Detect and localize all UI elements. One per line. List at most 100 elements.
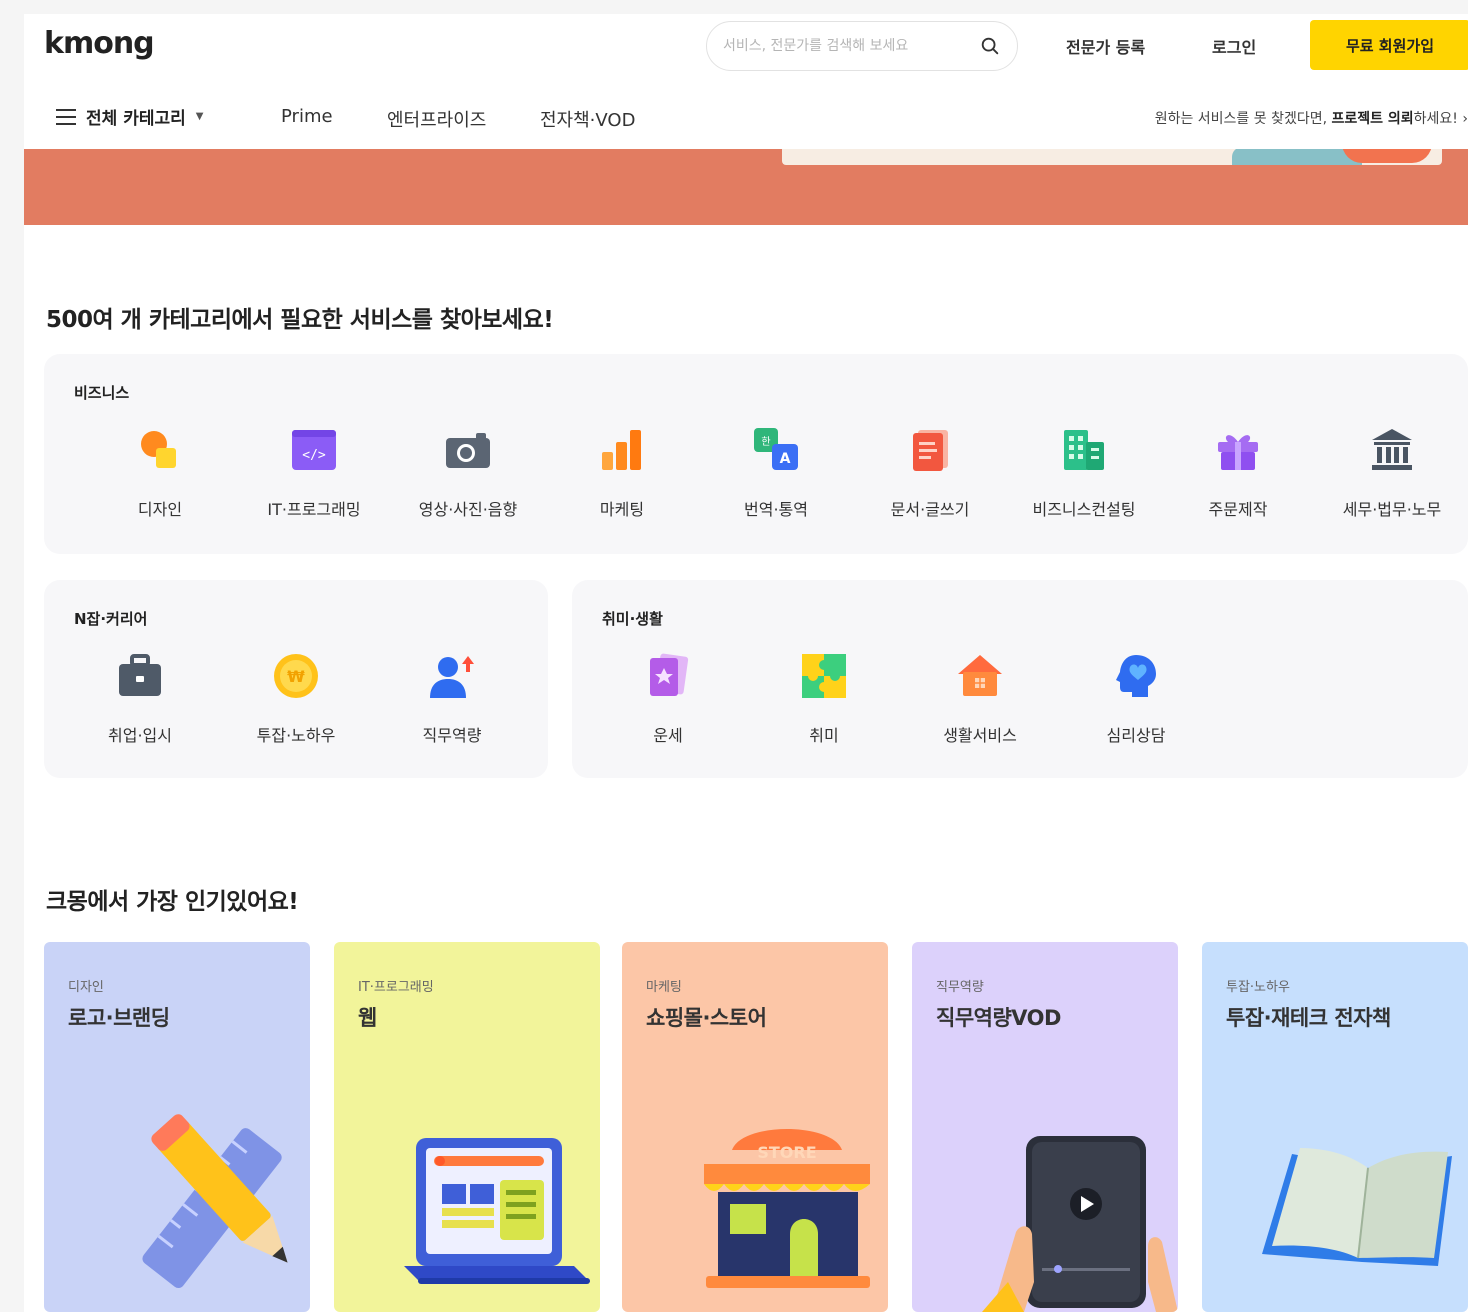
- category-label: 투잡·노하우: [256, 726, 336, 745]
- svg-text:A: A: [780, 451, 791, 467]
- promo-bold: 프로젝트 의뢰: [1331, 111, 1414, 127]
- puzzle-icon: [802, 654, 846, 698]
- svg-text:</>: </>: [302, 448, 326, 463]
- expert-register-link[interactable]: 전문가 등록: [1066, 34, 1145, 58]
- card-category: 투잡·노하우: [1226, 980, 1290, 995]
- category-employment[interactable]: 취업·입시: [60, 652, 220, 746]
- card-title: 로고·브랜딩: [68, 1006, 170, 1030]
- kmong-logo[interactable]: kmong: [44, 26, 155, 61]
- camera-icon: [446, 433, 490, 468]
- heart-head-icon: [1116, 655, 1156, 697]
- search-input[interactable]: [723, 38, 979, 54]
- category-translation[interactable]: 한 A 번역·통역: [696, 426, 856, 520]
- chevron-right-icon: ›: [1462, 111, 1468, 127]
- svg-text:한: 한: [761, 436, 770, 448]
- category-group-business: 비즈니스 디자인 </> IT·프로그래밍 영상·사진·음향 마케팅 한 A 번…: [44, 354, 1468, 554]
- building-icon: [1064, 430, 1104, 470]
- category-tax-law[interactable]: 세무·법무·노무: [1312, 426, 1468, 520]
- category-group-hobby: 취미·생활 운세 취미 생활서비스 심리상담: [572, 580, 1468, 778]
- hamburger-icon: [56, 108, 76, 125]
- category-video[interactable]: 영상·사진·음향: [388, 426, 548, 520]
- house-icon: [958, 655, 1002, 696]
- bar-chart-icon: [602, 430, 641, 470]
- category-label: 영상·사진·음향: [418, 500, 518, 519]
- category-label: IT·프로그래밍: [267, 500, 361, 519]
- category-counseling[interactable]: 심리상담: [1056, 652, 1216, 746]
- pencil-ruler-icon: [142, 1114, 288, 1289]
- card-category: 디자인: [68, 980, 104, 995]
- global-nav: 전체 카테고리 ▼ Prime 엔터프라이즈 전자책·VOD 원하는 서비스를 …: [24, 94, 1468, 144]
- category-side-job[interactable]: ₩ 투잡·노하우: [216, 652, 376, 746]
- category-life-service[interactable]: 생활서비스: [900, 652, 1060, 746]
- popular-card-shopping-store[interactable]: STORE 마케팅 쇼핑몰·스토어: [622, 942, 888, 1312]
- category-marketing[interactable]: 마케팅: [542, 426, 702, 520]
- translate-icon: 한 A: [754, 428, 798, 470]
- popular-section-title: 크몽에서 가장 인기있어요!: [46, 889, 299, 915]
- banner-illustration: [782, 149, 1442, 165]
- nav-enterprise[interactable]: 엔터프라이즈: [387, 106, 486, 132]
- category-fortune[interactable]: 운세: [588, 652, 748, 746]
- store-icon: STORE: [704, 1129, 870, 1288]
- category-label: 번역·통역: [744, 500, 808, 519]
- all-categories-menu[interactable]: 전체 카테고리 ▼: [56, 104, 203, 129]
- nav-ebook-vod[interactable]: 전자책·VOD: [540, 106, 635, 132]
- signup-button[interactable]: 무료 회원가입: [1310, 20, 1468, 70]
- caret-down-icon: ▼: [195, 111, 204, 122]
- popular-card-job-vod[interactable]: 직무역량 직무역량VOD: [912, 942, 1178, 1312]
- tablet-video-icon: [982, 1136, 1178, 1312]
- header: kmong 전문가 등록 로그인 무료 회원가입: [24, 14, 1468, 80]
- nav-prime[interactable]: Prime: [281, 106, 333, 127]
- card-title: 쇼핑몰·스토어: [646, 1006, 767, 1030]
- category-label: 심리상담: [1106, 726, 1166, 745]
- card-title: 직무역량VOD: [936, 1006, 1061, 1030]
- category-label: 디자인: [137, 500, 183, 519]
- search-bar[interactable]: [706, 21, 1018, 71]
- promo-prefix: 원하는 서비스를 못 찾겠다면,: [1154, 111, 1332, 127]
- category-it[interactable]: </> IT·프로그래밍: [234, 426, 394, 520]
- popular-card-logo-branding[interactable]: 디자인 로고·브랜딩: [44, 942, 310, 1312]
- category-label: 주문제작: [1208, 500, 1268, 519]
- open-book-icon: [1262, 1148, 1452, 1266]
- promo-suffix: 하세요!: [1413, 111, 1458, 127]
- card-category: 직무역량: [936, 980, 984, 995]
- login-link[interactable]: 로그인: [1212, 34, 1256, 58]
- page: kmong 전문가 등록 로그인 무료 회원가입 전체 카테고리 ▼ Prime…: [24, 14, 1468, 1312]
- category-consulting[interactable]: 비즈니스컨설팅: [1004, 426, 1164, 520]
- category-writing[interactable]: 문서·글쓰기: [850, 426, 1010, 520]
- code-icon: </>: [292, 430, 336, 470]
- category-group-title: N잡·커리어: [74, 610, 148, 628]
- category-design[interactable]: 디자인: [80, 426, 240, 520]
- gift-icon: [1218, 435, 1258, 470]
- card-title: 웹: [358, 1006, 377, 1030]
- tarot-card-icon: [650, 653, 689, 696]
- category-job-skills[interactable]: 직무역량: [372, 652, 532, 746]
- category-group-njob: N잡·커리어 취업·입시 ₩ 투잡·노하우 직무역량: [44, 580, 548, 778]
- card-title: 투잡·재테크 전자책: [1226, 1006, 1391, 1030]
- category-custom[interactable]: 주문제작: [1158, 426, 1318, 520]
- popular-card-ebook[interactable]: 투잡·노하우 투잡·재테크 전자책: [1202, 942, 1468, 1312]
- popular-card-web[interactable]: IT·프로그래밍 웹: [334, 942, 600, 1312]
- category-label: 취업·입시: [108, 726, 172, 745]
- category-label: 비즈니스컨설팅: [1032, 500, 1136, 519]
- category-label: 취미: [809, 726, 839, 745]
- category-label: 생활서비스: [943, 726, 1017, 745]
- design-icon: [141, 431, 176, 468]
- category-group-title: 비즈니스: [74, 384, 130, 402]
- categories-section-title: 500여 개 카테고리에서 필요한 서비스를 찾아보세요!: [46, 307, 554, 333]
- category-label: 운세: [653, 726, 683, 745]
- document-icon: [913, 430, 948, 471]
- svg-text:₩: ₩: [287, 667, 305, 686]
- coin-icon: ₩: [274, 654, 318, 698]
- briefcase-icon: [119, 654, 161, 696]
- category-hobby[interactable]: 취미: [744, 652, 904, 746]
- card-category: 마케팅: [646, 980, 682, 995]
- hero-banner[interactable]: [24, 149, 1468, 225]
- all-categories-label: 전체 카테고리: [86, 109, 186, 129]
- category-label: 마케팅: [599, 500, 645, 519]
- search-icon[interactable]: [979, 35, 1001, 57]
- laptop-web-icon: [404, 1138, 590, 1284]
- category-group-title: 취미·생활: [602, 610, 663, 628]
- category-label: 문서·글쓰기: [890, 500, 970, 519]
- project-request-link[interactable]: 원하는 서비스를 못 찾겠다면, 프로젝트 의뢰하세요! ›: [1155, 108, 1468, 128]
- store-sign-text: STORE: [757, 1143, 816, 1162]
